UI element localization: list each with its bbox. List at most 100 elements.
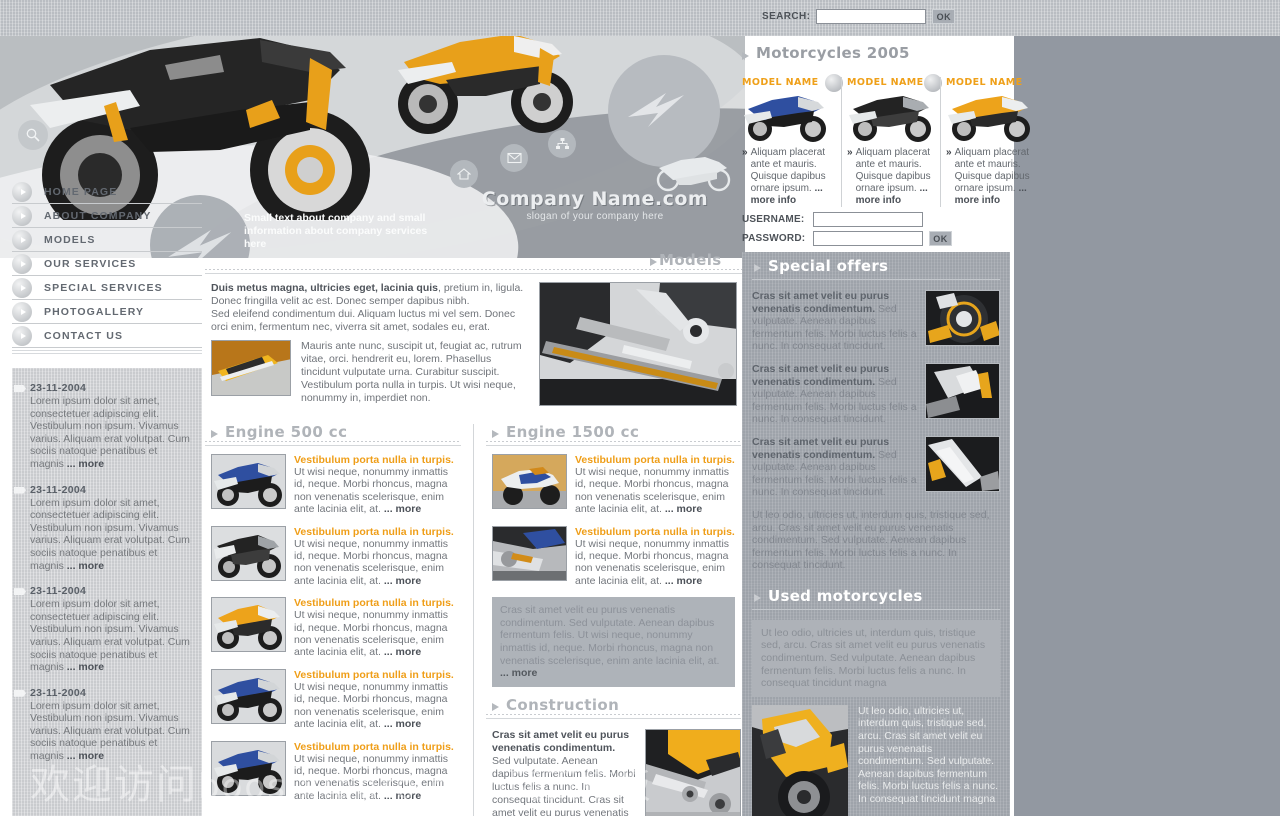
list-item[interactable]: 23-11-2004 Lorem ipsum dolor sit amet, c… xyxy=(14,585,190,674)
model-card-list: MODEL NAME » Aliquam placerat ante et ma… xyxy=(742,74,1042,207)
product-text: Ut wisi neque, nonummy inmattis id, nequ… xyxy=(294,752,449,802)
product-image xyxy=(211,597,286,653)
product-image xyxy=(492,525,567,581)
mail-icon-button[interactable] xyxy=(500,144,528,172)
news-text: Lorem ipsum dolor sit amet, consectetuer… xyxy=(30,598,190,674)
model-card-image xyxy=(742,91,834,143)
mail-icon xyxy=(506,152,522,164)
nav-divider xyxy=(12,353,202,354)
flag-bullet-icon xyxy=(14,588,26,596)
list-item[interactable]: 23-11-2004 Lorem ipsum dolor sit amet, c… xyxy=(14,483,190,573)
product-title: Vestibulum porta nulla in turpis. xyxy=(575,525,735,538)
sidebar-item-special-services[interactable]: SPECIAL SERVICES xyxy=(12,276,202,300)
list-item[interactable]: Cras sit amet velit eu purus venenatis c… xyxy=(752,435,1000,499)
sidebar-item-home-page[interactable]: HOME PAGE xyxy=(12,180,202,204)
product-more-link[interactable]: ... more xyxy=(384,503,421,515)
news-more-link[interactable]: ... more xyxy=(67,560,104,572)
models-para-2: Sed eleifend condimentum dui. Aliquam lu… xyxy=(211,308,516,333)
construction-image xyxy=(644,728,741,816)
list-item[interactable]: Vestibulum porta nulla in turpis. Ut wis… xyxy=(211,740,461,803)
product-image xyxy=(211,740,286,796)
bike-blue-icon xyxy=(212,455,285,508)
list-item[interactable]: Vestibulum porta nulla in turpis. Ut wis… xyxy=(492,454,741,516)
product-image xyxy=(492,454,567,509)
offer-bold: Cras sit amet velit eu purus venenatis c… xyxy=(752,290,890,315)
sidebar-item-label: CONTACT US xyxy=(44,329,124,342)
hero-bike-yellow xyxy=(398,34,573,134)
model-card-body: » Aliquam placerat ante et mauris. Quisq… xyxy=(847,147,937,207)
product-info: Vestibulum porta nulla in turpis. Ut wis… xyxy=(294,526,461,588)
sidebar-item-contact-us[interactable]: CONTACT US xyxy=(12,324,202,348)
play-arrow-icon xyxy=(12,325,32,346)
search-ok-button[interactable]: OK xyxy=(932,9,956,24)
used-motorcycle-image xyxy=(752,704,848,816)
login-ok-button[interactable]: OK xyxy=(929,231,952,246)
dotted-rule xyxy=(205,441,461,442)
chevron-right-icon xyxy=(492,702,499,711)
engine-500-column: Engine 500 cc Vestibulum porta nulla in … xyxy=(205,423,473,816)
list-item[interactable]: 23-11-2004 Lorem ipsum dolor sit amet, V… xyxy=(14,686,190,763)
sitemap-icon-button[interactable] xyxy=(548,130,576,158)
brand-block: Company Name.com slogan of your company … xyxy=(455,157,735,222)
chevron-right-icon xyxy=(211,430,218,438)
news-more-link[interactable]: ... more xyxy=(67,750,104,762)
username-input[interactable] xyxy=(813,212,923,227)
engine-1500-header: Engine 1500 cc xyxy=(486,423,741,446)
list-item[interactable]: Vestibulum porta nulla in turpis. Ut wis… xyxy=(211,454,461,516)
list-item[interactable]: Vestibulum porta nulla in turpis. Ut wis… xyxy=(211,597,461,659)
sidebar-item-our-services[interactable]: OUR SERVICES xyxy=(12,252,202,276)
username-row: USERNAME: xyxy=(742,212,952,227)
product-more-link[interactable]: ... more xyxy=(384,718,421,730)
bike-yellow-icon xyxy=(948,96,1030,142)
sidebar-item-photogallery[interactable]: PHOTOGALLERY xyxy=(12,300,202,324)
list-item[interactable]: Vestibulum porta nulla in turpis. Ut wis… xyxy=(492,525,741,588)
news-date: 23-11-2004 xyxy=(30,686,87,699)
product-more-link[interactable]: ... more xyxy=(384,575,421,587)
model-card[interactable]: MODEL NAME » Aliquam placerat ante et ma… xyxy=(742,74,843,207)
product-info: Vestibulum porta nulla in turpis. Ut wis… xyxy=(294,454,461,516)
model-card[interactable]: MODEL NAME » Aliquam placerat ante et ma… xyxy=(841,74,942,207)
sidebar-item-about-company[interactable]: ABOUT COMPANY xyxy=(12,204,202,228)
username-label: USERNAME: xyxy=(742,214,805,225)
news-date: 23-11-2004 xyxy=(30,483,87,496)
dotted-rule xyxy=(486,441,741,442)
news-more-link[interactable]: ... more xyxy=(67,661,104,673)
flag-bullet-icon xyxy=(14,689,26,697)
arrow-logo-icon xyxy=(628,93,684,127)
product-more-link[interactable]: ... more xyxy=(384,646,421,658)
hero-search-icon-button[interactable] xyxy=(18,120,48,150)
product-image xyxy=(211,668,286,724)
product-title: Vestibulum porta nulla in turpis. xyxy=(294,454,454,466)
models-section-title: Models xyxy=(659,251,722,269)
news-text: Lorem ipsum dolor sit amet, consectetuer… xyxy=(30,496,190,572)
list-item[interactable]: Vestibulum porta nulla in turpis. Ut wis… xyxy=(211,668,461,731)
password-input[interactable] xyxy=(813,231,923,246)
product-more-link[interactable]: ... more xyxy=(665,575,702,587)
center-column: Models Duis metus magna, ultricies eget,… xyxy=(205,251,745,816)
play-arrow-icon xyxy=(12,205,32,226)
search-label: SEARCH: xyxy=(762,11,811,22)
models-para-3: Mauris ante nunc, suscipit ut, feugiat a… xyxy=(301,340,522,404)
construction-title: Construction xyxy=(506,695,620,714)
engine-1500-title: Engine 1500 cc xyxy=(506,423,640,441)
list-item[interactable]: Cras sit amet velit eu purus venenatis c… xyxy=(752,362,1000,426)
list-item[interactable]: Vestibulum porta nulla in turpis. Ut wis… xyxy=(211,525,461,588)
search-input[interactable] xyxy=(816,9,927,24)
product-more-link[interactable]: ... more xyxy=(665,503,702,515)
sidebar-item-models[interactable]: MODELS xyxy=(12,228,202,252)
bike-black-icon xyxy=(849,96,931,142)
flag-bullet-icon xyxy=(14,486,26,494)
model-card[interactable]: MODEL NAME » Aliquam placerat ante et ma… xyxy=(940,77,1039,207)
used-motorcycles-title: Used motorcycles xyxy=(768,586,923,605)
list-item[interactable]: Cras sit amet velit eu purus venenatis c… xyxy=(752,290,1000,353)
chevron-right-icon xyxy=(650,258,657,266)
bike-yellow-photo xyxy=(752,704,848,816)
engine-1500-note-more-link[interactable]: ... more xyxy=(500,667,537,679)
product-more-link[interactable]: ... more xyxy=(384,790,421,802)
list-item[interactable]: 23-11-2004 Lorem ipsum dolor sit amet, c… xyxy=(14,382,190,471)
home-icon-button[interactable] xyxy=(450,160,478,188)
news-text: Lorem ipsum dolor sit amet, Vestibulum n… xyxy=(30,699,190,763)
news-date: 23-11-2004 xyxy=(30,585,87,598)
news-more-link[interactable]: ... more xyxy=(67,458,104,470)
model-card-name: MODEL NAME xyxy=(742,77,819,88)
